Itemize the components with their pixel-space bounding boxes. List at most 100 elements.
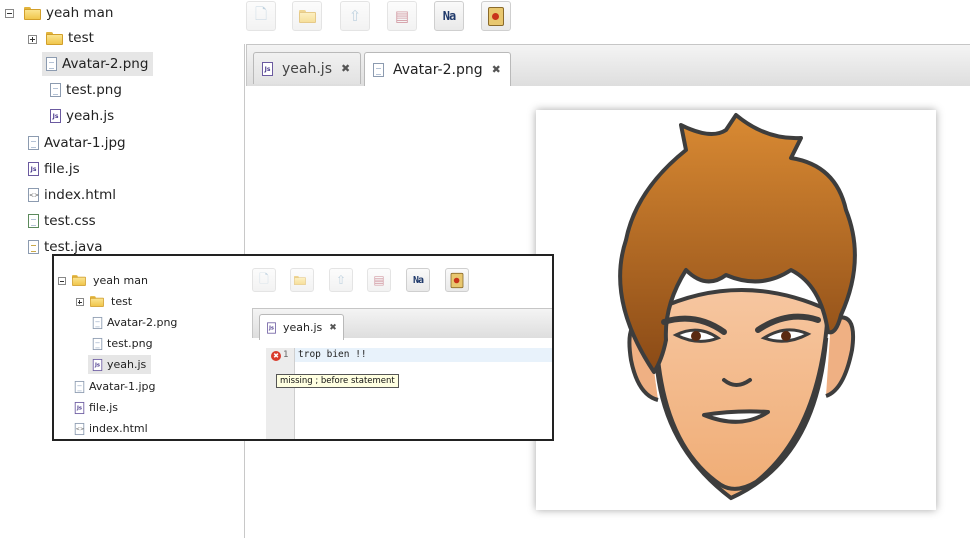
inset-tree-item-yeah-js[interactable]: yeah.js bbox=[88, 355, 152, 374]
inset-tree-item-file-js[interactable]: file.js bbox=[74, 398, 118, 417]
line-number: 1 bbox=[283, 350, 289, 360]
tree-item-label: test.png bbox=[66, 82, 122, 98]
folder-open-icon bbox=[72, 275, 86, 286]
inset-screenshot: yeah man test Avatar-2.png test.png yeah… bbox=[52, 254, 554, 441]
tree-item-file-js[interactable]: file.js bbox=[28, 157, 80, 181]
image-file-icon bbox=[74, 380, 85, 393]
tree-item-label: yeah man bbox=[46, 5, 114, 21]
upload-icon: ⇧ bbox=[335, 273, 347, 287]
tab-label: Avatar-2.png bbox=[393, 61, 483, 78]
inset-tree-item-avatar-1[interactable]: Avatar-1.jpg bbox=[74, 377, 156, 396]
expand-toggle-icon[interactable] bbox=[28, 35, 37, 44]
new-file-button[interactable]: 🗋 bbox=[246, 1, 276, 31]
inset-tree-item-folder-test[interactable]: test bbox=[90, 292, 132, 311]
tree-item-avatar-2[interactable]: Avatar-2.png bbox=[42, 52, 154, 76]
tree-item-test-css[interactable]: test.css bbox=[28, 209, 96, 233]
rename-button[interactable]: Na bbox=[434, 1, 464, 31]
tree-item-yeah-js[interactable]: yeah.js bbox=[50, 104, 114, 128]
js-file-icon bbox=[28, 162, 39, 176]
inset-tab-yeah-js[interactable]: yeah.js ✖ bbox=[259, 314, 344, 340]
tab-avatar-2[interactable]: Avatar-2.png ✖ bbox=[364, 52, 511, 86]
js-file-icon bbox=[262, 61, 273, 76]
js-file-icon bbox=[92, 358, 103, 371]
tree-item-label: Avatar-2.png bbox=[107, 316, 178, 329]
new-folder-icon bbox=[298, 9, 316, 23]
collapse-toggle-icon[interactable] bbox=[5, 9, 14, 18]
new-file-icon: 🗋 bbox=[254, 4, 268, 23]
tree-item-folder-test[interactable]: test bbox=[46, 26, 94, 50]
tree-item-label: test bbox=[68, 30, 94, 46]
collapse-toggle-icon[interactable] bbox=[58, 277, 66, 285]
html-file-icon bbox=[74, 422, 85, 435]
rename-icon: Na bbox=[412, 274, 424, 286]
tree-item-index-html[interactable]: index.html bbox=[28, 183, 116, 207]
image-file-icon bbox=[373, 62, 384, 77]
tree-item-label: index.html bbox=[89, 422, 148, 435]
css-file-icon bbox=[28, 214, 39, 228]
upload-icon: ⇧ bbox=[348, 7, 362, 25]
tree-item-test-png[interactable]: test.png bbox=[50, 78, 122, 102]
new-folder-icon bbox=[293, 275, 306, 285]
trash-icon bbox=[450, 272, 464, 288]
image-file-icon bbox=[46, 57, 57, 71]
save-icon: ▤ bbox=[394, 7, 410, 25]
new-file-icon: 🗋 bbox=[259, 271, 269, 286]
code-line[interactable]: trop bien !! bbox=[295, 348, 552, 362]
close-tab-icon[interactable]: ✖ bbox=[341, 62, 350, 75]
avatar-image bbox=[618, 113, 857, 501]
trash-icon bbox=[488, 6, 504, 26]
save-button[interactable]: ▤ bbox=[387, 1, 417, 31]
close-tab-icon[interactable]: ✖ bbox=[492, 63, 501, 76]
tree-item-label: index.html bbox=[44, 187, 116, 203]
js-file-icon bbox=[267, 321, 276, 334]
upload-button[interactable]: ⇧ bbox=[340, 1, 370, 31]
rename-icon: Na bbox=[442, 9, 456, 23]
error-icon[interactable]: ✖ bbox=[271, 351, 281, 361]
image-file-icon bbox=[92, 337, 103, 350]
tree-item-label: test.png bbox=[107, 337, 153, 350]
new-folder-button[interactable] bbox=[292, 1, 322, 31]
java-file-icon bbox=[28, 240, 39, 254]
save-icon: ▤ bbox=[373, 273, 385, 287]
folder-icon bbox=[46, 31, 63, 45]
inset-tree-item-test-png[interactable]: test.png bbox=[92, 334, 153, 353]
image-file-icon bbox=[92, 316, 103, 329]
inset-tree-item-avatar-2[interactable]: Avatar-2.png bbox=[92, 313, 177, 332]
inset-editor-tabbar: yeah.js ✖ bbox=[252, 308, 552, 340]
tab-label: yeah.js bbox=[283, 321, 323, 334]
tree-item-label: yeah.js bbox=[66, 108, 115, 124]
tree-item-label: file.js bbox=[44, 161, 80, 177]
error-tooltip: missing ; before statement bbox=[276, 374, 399, 388]
new-file-button[interactable]: 🗋 bbox=[252, 268, 276, 292]
image-file-icon bbox=[50, 83, 61, 97]
new-folder-button[interactable] bbox=[290, 268, 314, 292]
html-file-icon bbox=[28, 188, 39, 202]
tab-yeah-js[interactable]: yeah.js ✖ bbox=[253, 52, 361, 84]
tree-item-label: test.css bbox=[44, 213, 96, 229]
folder-open-icon bbox=[24, 6, 41, 20]
tree-item-label: test bbox=[111, 295, 133, 308]
upload-button[interactable]: ⇧ bbox=[329, 268, 353, 292]
inset-tree-item-root[interactable]: yeah man bbox=[72, 271, 148, 290]
image-file-icon bbox=[28, 136, 39, 150]
tree-item-label: Avatar-1.jpg bbox=[89, 380, 156, 393]
line-gutter: ✖ 1 bbox=[266, 348, 295, 439]
tree-item-avatar-1[interactable]: Avatar-1.jpg bbox=[28, 131, 126, 155]
save-button[interactable]: ▤ bbox=[367, 268, 391, 292]
folder-icon bbox=[90, 296, 104, 307]
tree-item-label: file.js bbox=[89, 401, 119, 414]
image-preview bbox=[536, 110, 936, 510]
tab-label: yeah.js bbox=[282, 60, 332, 77]
tree-item-label: yeah.js bbox=[107, 358, 147, 371]
delete-button[interactable] bbox=[481, 1, 511, 31]
tree-item-label: Avatar-2.png bbox=[62, 56, 149, 72]
expand-toggle-icon[interactable] bbox=[76, 298, 84, 306]
tree-item-root[interactable]: yeah man bbox=[24, 1, 113, 25]
close-tab-icon[interactable]: ✖ bbox=[329, 323, 337, 333]
delete-button[interactable] bbox=[445, 268, 469, 292]
tree-item-label: yeah man bbox=[93, 274, 148, 287]
rename-button[interactable]: Na bbox=[406, 268, 430, 292]
js-file-icon bbox=[50, 109, 61, 123]
editor-tabbar: yeah.js ✖ Avatar-2.png ✖ bbox=[246, 44, 970, 86]
inset-tree-item-index-html[interactable]: index.html bbox=[74, 419, 148, 438]
